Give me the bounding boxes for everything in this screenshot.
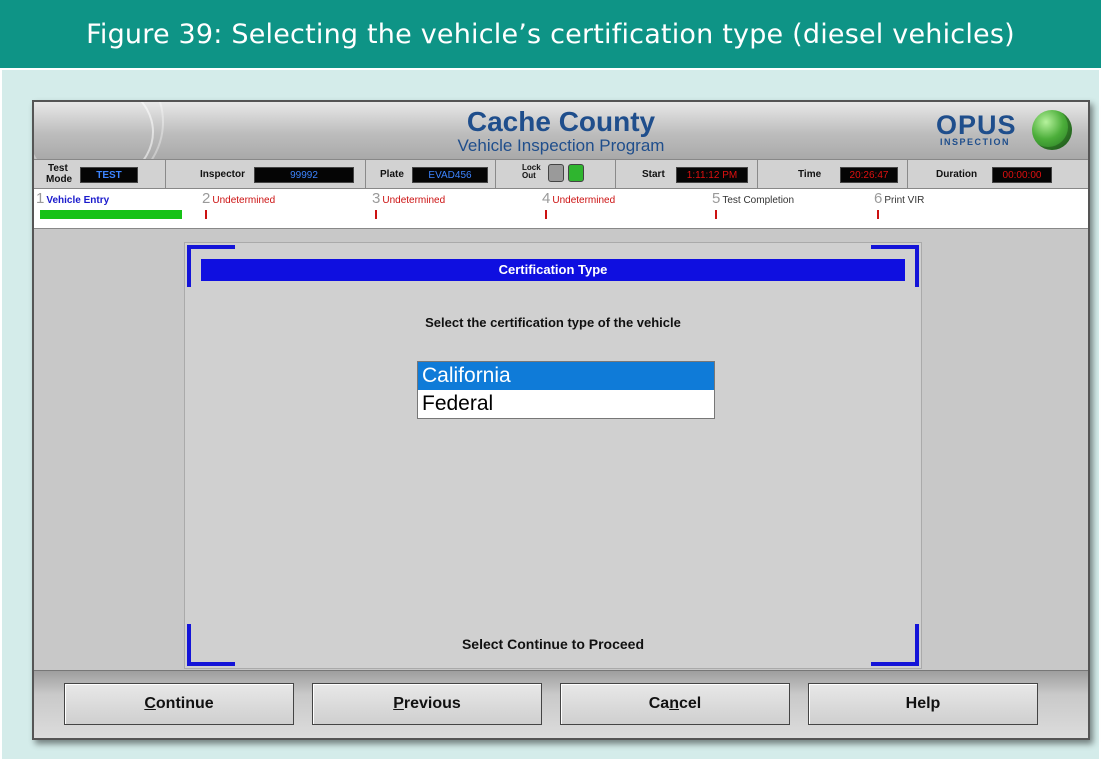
start-value: 1:11:12 PM: [676, 167, 748, 183]
cancel-hotkey: n: [669, 695, 679, 712]
step-3: 3 Undetermined: [372, 190, 446, 207]
cancel-button[interactable]: Cancel: [560, 683, 790, 725]
logo-name: OPUS: [936, 110, 1017, 140]
figure-frame: Cache County Vehicle Inspection Program …: [2, 70, 1099, 759]
locked-icon[interactable]: [548, 164, 564, 182]
progress-steps: 1 Vehicle Entry 2 Undetermined 3 Undetermin…: [34, 189, 1088, 229]
step-4-tick: [545, 210, 547, 219]
test-mode-value: TEST: [80, 167, 138, 183]
step-6-label: Print VIR: [884, 195, 925, 206]
certification-prompt: Select the certification type of the veh…: [425, 315, 681, 330]
step-4-number: 4: [542, 190, 551, 207]
previous-label: revious: [403, 695, 461, 712]
previous-hotkey: P: [393, 695, 404, 712]
step-2: 2 Undetermined: [202, 190, 276, 207]
certification-header: Certification Type: [201, 259, 905, 281]
step-2-number: 2: [202, 190, 211, 207]
cancel-label-post: cel: [678, 695, 702, 712]
step-5: 5 Test Completion: [712, 190, 795, 207]
continue-label: ontinue: [155, 695, 214, 712]
plate-value: EVAD456: [412, 167, 488, 183]
time-label: Time: [798, 169, 822, 180]
button-bar: Continue Previous Cancel Help: [34, 670, 1088, 738]
app-window: Cache County Vehicle Inspection Program …: [32, 100, 1090, 740]
certification-panel: Certification Type Select the certificat…: [184, 242, 922, 669]
status-bar: Test Mode TEST Inspector 99992 Plate EVA…: [34, 159, 1088, 189]
continue-hotkey: C: [144, 695, 156, 712]
step-1-number: 1: [36, 190, 45, 207]
inspector-cell: Inspector 99992: [166, 160, 366, 188]
start-label: Start: [642, 169, 665, 180]
step-6-tick: [877, 210, 879, 219]
plate-cell: Plate EVAD456: [366, 160, 496, 188]
step-5-tick: [715, 210, 717, 219]
app-title: Cache County: [466, 106, 656, 137]
step-1: 1 Vehicle Entry: [36, 190, 110, 207]
step-6-number: 6: [874, 190, 883, 207]
inspector-label: Inspector: [200, 169, 246, 180]
duration-label: Duration: [936, 169, 978, 180]
inspector-value: 99992: [254, 167, 354, 183]
app-subtitle: Vehicle Inspection Program: [457, 136, 665, 155]
step-3-number: 3: [372, 190, 381, 207]
cancel-label-pre: Ca: [648, 695, 670, 712]
globe-icon: [1032, 110, 1072, 150]
step-4-label: Undetermined: [552, 195, 616, 206]
step-3-label: Undetermined: [382, 195, 446, 206]
duration-cell: Duration 00:00:00: [908, 160, 1088, 188]
help-button[interactable]: Help: [808, 683, 1038, 725]
start-cell: Start 1:11:12 PM: [616, 160, 758, 188]
time-value: 20:26:47: [840, 167, 898, 183]
plate-label: Plate: [380, 169, 404, 180]
step-2-tick: [205, 210, 207, 219]
option-california[interactable]: California: [418, 362, 714, 390]
time-cell: Time 20:26:47: [758, 160, 908, 188]
unlocked-icon[interactable]: [568, 164, 584, 182]
option-federal[interactable]: Federal: [418, 390, 714, 418]
test-mode-label-1: Test: [48, 163, 68, 174]
app-header: Cache County Vehicle Inspection Program …: [34, 102, 1088, 159]
duration-value: 00:00:00: [992, 167, 1052, 183]
opus-logo: OPUS INSPECTION: [936, 110, 1076, 152]
step-3-tick: [375, 210, 377, 219]
step-4: 4 Undetermined: [542, 190, 616, 207]
continue-button[interactable]: Continue: [64, 683, 294, 725]
step-5-label: Test Completion: [722, 195, 795, 206]
lockout-cell: Lock Out: [496, 160, 616, 188]
figure-banner: Figure 39: Selecting the vehicle’s certi…: [0, 0, 1101, 68]
step-5-number: 5: [712, 190, 721, 207]
lockout-label-2: Out: [522, 171, 536, 180]
previous-button[interactable]: Previous: [312, 683, 542, 725]
step-6: 6 Print VIR: [874, 190, 925, 207]
logo-subtitle: INSPECTION: [940, 137, 1011, 147]
continue-instruction: Select Continue to Proceed: [461, 636, 645, 652]
step-1-label: Vehicle Entry: [46, 195, 110, 206]
test-mode-cell: Test Mode TEST: [34, 160, 166, 188]
test-mode-label-2: Mode: [46, 174, 73, 185]
progress-fill: [40, 210, 182, 219]
certification-listbox[interactable]: California Federal: [417, 361, 715, 419]
figure-caption: Figure 39: Selecting the vehicle’s certi…: [86, 18, 1015, 50]
step-2-label: Undetermined: [212, 195, 276, 206]
